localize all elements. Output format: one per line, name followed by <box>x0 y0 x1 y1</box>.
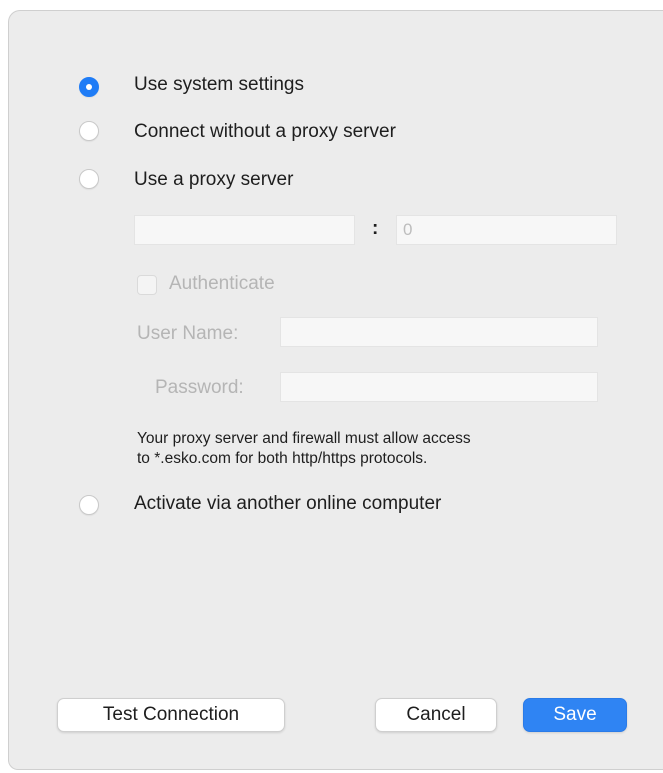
label-connect-without-proxy[interactable]: Connect without a proxy server <box>134 121 396 143</box>
password-label: Password: <box>155 377 244 398</box>
firewall-note-line2: to *.esko.com for both http/https protoc… <box>137 450 428 467</box>
radio-use-proxy-server[interactable] <box>79 169 99 189</box>
proxy-host-input[interactable] <box>134 215 355 245</box>
save-button[interactable]: Save <box>523 698 627 732</box>
label-use-system-settings[interactable]: Use system settings <box>134 74 304 96</box>
username-input[interactable] <box>280 317 598 347</box>
port-separator: : <box>372 218 379 239</box>
radio-connect-without-proxy[interactable] <box>79 121 99 141</box>
radio-activate-via-other-computer[interactable] <box>79 495 99 515</box>
username-label: User Name: <box>137 323 239 344</box>
proxy-settings-dialog: Use system settings Connect without a pr… <box>8 10 663 770</box>
authenticate-checkbox[interactable] <box>137 275 157 295</box>
firewall-note-line1: Your proxy server and firewall must allo… <box>137 430 471 447</box>
proxy-port-input[interactable] <box>396 215 617 245</box>
password-input[interactable] <box>280 372 598 402</box>
radio-dot <box>86 84 92 90</box>
radio-use-system-settings[interactable] <box>79 77 99 97</box>
cancel-button[interactable]: Cancel <box>375 698 497 732</box>
label-activate-via-other-computer[interactable]: Activate via another online computer <box>134 493 441 515</box>
label-use-proxy-server[interactable]: Use a proxy server <box>134 169 293 191</box>
authenticate-label: Authenticate <box>169 273 275 294</box>
test-connection-button[interactable]: Test Connection <box>57 698 285 732</box>
